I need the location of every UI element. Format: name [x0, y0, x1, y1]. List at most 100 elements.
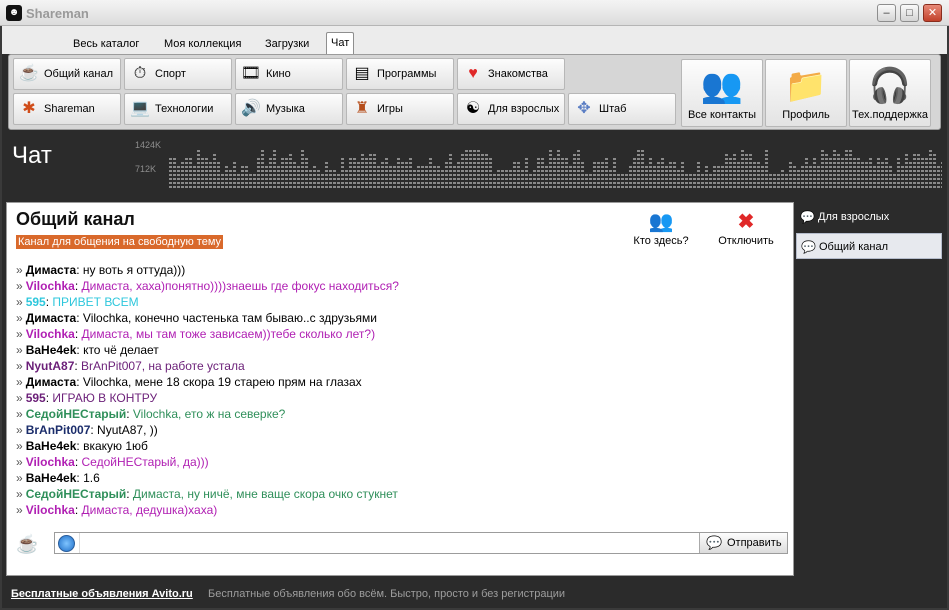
graph-dot — [601, 162, 604, 164]
message-nick[interactable]: Vilochka — [26, 279, 75, 293]
support-button[interactable]: 🎧 Тех.поддержка — [849, 59, 931, 127]
tab-downloads[interactable]: Загрузки — [261, 36, 313, 54]
message-nick[interactable]: СедойНЕСтарый — [26, 487, 127, 501]
graph-dot — [657, 162, 660, 164]
channel-sport-button[interactable]: ⏱ Спорт — [124, 58, 232, 90]
channel-general-button[interactable]: ☕ Общий канал — [13, 58, 121, 90]
graph-dot — [421, 182, 424, 184]
graph-dot — [589, 178, 592, 180]
graph-dot — [313, 170, 316, 172]
channel-movies-button[interactable]: 🎞 Кино — [235, 58, 343, 90]
graph-dot — [685, 174, 688, 176]
sidebar-item-adults[interactable]: 💬 Для взрослых — [796, 204, 942, 230]
message-nick[interactable]: Vilochka — [26, 455, 75, 469]
graph-dot — [753, 174, 756, 176]
graph-dot — [853, 174, 856, 176]
graph-dot — [365, 158, 368, 160]
chat-panel: Общий канал Канал для общения на свободн… — [6, 202, 794, 576]
message-nick[interactable]: СедойНЕСтарый — [26, 407, 127, 421]
graph-dot — [201, 166, 204, 168]
graph-dot — [877, 182, 880, 184]
graph-dot — [729, 174, 732, 176]
profile-button[interactable]: 📁 Профиль — [765, 59, 847, 127]
message-nick[interactable]: BaHe4ek — [26, 439, 77, 453]
smiley-icon[interactable] — [58, 535, 75, 552]
graph-dot — [397, 174, 400, 176]
graph-dot — [861, 162, 864, 164]
channel-shareman-button[interactable]: ✱ Shareman — [13, 93, 121, 125]
graph-dot — [733, 174, 736, 176]
graph-dot — [477, 150, 480, 152]
graph-dot — [453, 178, 456, 180]
graph-dot — [341, 162, 344, 164]
tab-catalog[interactable]: Весь каталог — [69, 36, 143, 54]
graph-dot — [265, 186, 268, 188]
channel-hq-button[interactable]: ✥ Штаб — [568, 93, 676, 125]
graph-dot — [285, 166, 288, 168]
graph-dot — [837, 158, 840, 160]
graph-dot — [753, 166, 756, 168]
graph-dot — [937, 170, 940, 172]
graph-dot — [513, 186, 516, 188]
disconnect-button[interactable]: ✖ Отключить — [710, 209, 782, 247]
graph-dot — [921, 170, 924, 172]
all-contacts-button[interactable]: 👥 Все контакты — [681, 59, 763, 127]
minimize-button[interactable]: – — [877, 4, 896, 22]
graph-dot — [533, 174, 536, 176]
channel-programs-button[interactable]: ▤ Программы — [346, 58, 454, 90]
graph-dot — [761, 166, 764, 168]
message-input[interactable] — [79, 533, 695, 553]
send-button[interactable]: 💬 Отправить — [699, 533, 787, 553]
message-nick[interactable]: Димаста — [26, 311, 77, 325]
graph-dot — [437, 166, 440, 168]
channel-music-button[interactable]: 🔊 Музыка — [235, 93, 343, 125]
graph-dot — [693, 186, 696, 188]
channel-games-button[interactable]: ♜ Игры — [346, 93, 454, 125]
graph-dot — [349, 178, 352, 180]
graph-dot — [813, 162, 816, 164]
graph-dot — [181, 162, 184, 164]
tab-chat[interactable]: Чат — [326, 32, 355, 54]
message-nick[interactable]: 595 — [26, 295, 46, 309]
graph-dot — [621, 182, 624, 184]
close-button[interactable]: ✕ — [923, 4, 942, 22]
channel-title: Общий канал — [16, 209, 135, 229]
message-nick[interactable]: NyutA87 — [26, 359, 75, 373]
message-nick[interactable]: Димаста — [26, 263, 77, 277]
channel-adults-button[interactable]: ☯ Для взрослых — [457, 93, 565, 125]
tab-my-collection[interactable]: Моя коллекция — [160, 36, 245, 54]
graph-dot — [605, 170, 608, 172]
message-nick[interactable]: BaHe4ek — [26, 343, 77, 357]
graph-dot — [497, 186, 500, 188]
graph-dot — [857, 170, 860, 172]
graph-dot — [325, 182, 328, 184]
graph-dot — [845, 182, 848, 184]
message-nick[interactable]: 595 — [26, 391, 46, 405]
graph-dot — [833, 166, 836, 168]
maximize-button[interactable]: □ — [900, 4, 919, 22]
ad-link[interactable]: Бесплатные объявления Avito.ru — [11, 588, 193, 600]
channel-tech-button[interactable]: 💻 Технологии — [124, 93, 232, 125]
graph-dot — [429, 182, 432, 184]
graph-dot — [641, 182, 644, 184]
graph-dot — [909, 170, 912, 172]
message-nick[interactable]: BaHe4ek — [26, 471, 77, 485]
graph-dot — [645, 170, 648, 172]
message-nick[interactable]: Димаста — [26, 375, 77, 389]
graph-dot — [341, 174, 344, 176]
message-nick[interactable]: BrAnPit007 — [26, 423, 91, 437]
graph-dot — [565, 182, 568, 184]
message-nick[interactable]: Vilochka — [26, 327, 75, 341]
message-bullet-icon: » — [16, 391, 23, 405]
channel-dating-button[interactable]: ♥ Знакомства — [457, 58, 565, 90]
graph-dot — [801, 166, 804, 168]
graph-dot — [449, 166, 452, 168]
message-nick[interactable]: Vilochka — [26, 503, 75, 517]
graph-dot — [441, 174, 444, 176]
who-here-button[interactable]: 👥 Кто здесь? — [625, 209, 697, 247]
graph-dot — [177, 178, 180, 180]
message-text: Vilochka, мене 18 скора 19 старею прям н… — [82, 375, 362, 389]
sidebar-item-general[interactable]: 💬 Общий канал — [796, 233, 942, 259]
graph-dot — [369, 154, 372, 156]
chat-header: Чат 1424K 712K — [2, 136, 947, 194]
